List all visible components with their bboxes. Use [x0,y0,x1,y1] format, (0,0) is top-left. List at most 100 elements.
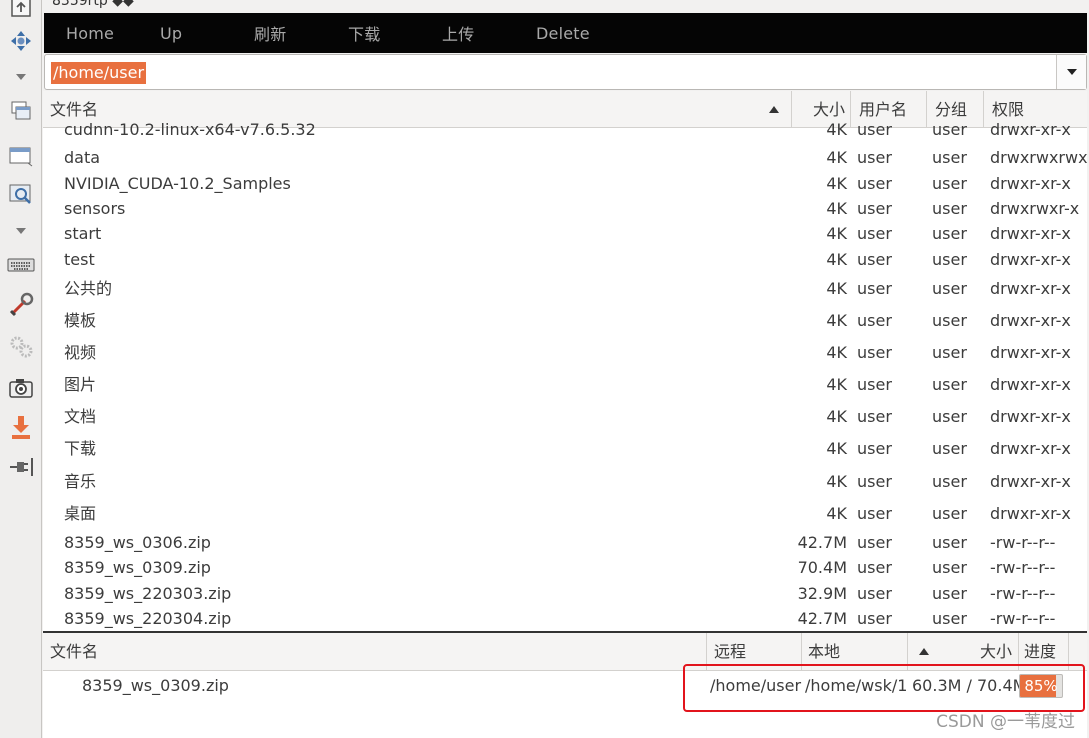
remote-file-list[interactable]: 文件名 大小 用户名 分组 权限 cudnn-10.2-linux-x64-v7… [43,91,1087,631]
file-size: 4K [826,375,847,394]
file-group: user [932,120,967,139]
file-owner: user [857,250,892,269]
file-owner: user [857,504,892,523]
file-size: 4K [826,199,847,218]
file-group: user [932,343,967,362]
path-dropdown-button[interactable] [1056,55,1086,89]
file-row[interactable]: start 4K user user drwxr-xr-x [43,222,1087,246]
file-row[interactable]: 8359_ws_0309.zip 70.4M user user -rw-r--r-- [43,556,1087,580]
file-name: 8359_ws_220303.zip [64,584,232,603]
gears-icon[interactable] [5,332,37,362]
file-name: cudnn-10.2-linux-x64-v7.6.5.32 [64,120,316,139]
download-icon[interactable] [5,412,37,442]
file-row[interactable]: 图片 4K user user drwxr-xr-x [43,370,1087,400]
file-size: 42.7M [797,533,847,552]
file-row[interactable]: 音乐 4K user user drwxr-xr-x [43,467,1087,497]
file-name: test [64,250,95,269]
file-group: user [932,558,967,577]
delete-button[interactable]: Delete [514,24,608,43]
file-name: 8359_ws_220304.zip [64,609,232,628]
path-input[interactable]: /home/user [51,62,147,84]
move-icon[interactable] [5,26,37,56]
keyboard-icon[interactable] [5,250,37,280]
transfer-file-name: 8359_ws_0309.zip [82,676,229,695]
file-size: 4K [826,407,847,426]
file-name: 文档 [64,407,97,426]
file-name: 公共的 [64,279,113,298]
file-group: user [932,533,967,552]
file-owner: user [857,407,892,426]
file-owner: user [857,343,892,362]
file-row[interactable]: 桌面 4K user user drwxr-xr-x [43,499,1087,529]
file-row[interactable]: test 4K user user drwxr-xr-x [43,248,1087,272]
file-row[interactable]: 视频 4K user user drwxr-xr-x [43,338,1087,368]
home-button[interactable]: Home [44,24,138,43]
file-permissions: drwxr-xr-x [990,375,1071,394]
file-group: user [932,311,967,330]
file-owner: user [857,584,892,603]
file-row[interactable]: cudnn-10.2-linux-x64-v7.6.5.32 4K user user… [43,119,1087,141]
window-icon[interactable] [5,141,37,171]
file-row[interactable]: 公共的 4K user user drwxr-xr-x [43,274,1087,304]
file-name: NVIDIA_CUDA-10.2_Samples [64,174,291,193]
file-permissions: -rw-r--r-- [990,609,1056,628]
file-permissions: drwxr-xr-x [990,439,1071,458]
upload-button[interactable]: 上传 [420,21,514,45]
file-permissions: -rw-r--r-- [990,558,1056,577]
sort-ascending-icon [769,106,779,113]
file-owner: user [857,279,892,298]
refresh-button[interactable]: 刷新 [232,21,326,45]
file-group: user [932,148,967,167]
file-owner: user [857,558,892,577]
file-name: data [64,148,101,167]
file-owner: user [857,148,892,167]
file-row[interactable]: 8359_ws_220304.zip 42.7M user user -rw-r--r-… [43,607,1087,631]
zoom-window-icon[interactable] [5,180,37,210]
file-permissions: drwxr-xr-x [990,407,1071,426]
file-row[interactable]: 8359_ws_220303.zip 32.9M user user -rw-r--r-… [43,582,1087,606]
file-name: 8359_ws_0306.zip [64,533,211,552]
button-bar: Home Up 刷新 下载 上传 Delete [44,13,1087,53]
chevron-down-icon[interactable] [5,215,37,245]
file-permissions: drwxrwxr-x [990,199,1080,218]
file-size: 4K [826,174,847,193]
file-permissions: drwxr-xr-x [990,120,1071,139]
annotation-highlight-box [683,664,1085,712]
file-row[interactable]: 文档 4K user user drwxr-xr-x [43,402,1087,432]
file-permissions: drwxr-xr-x [990,174,1071,193]
file-permissions: drwxr-xr-x [990,224,1071,243]
left-toolbar [0,0,42,738]
transfer-column-name[interactable]: 文件名 [43,633,707,671]
plug-icon[interactable] [5,452,37,482]
file-row[interactable]: sensors 4K user user drwxrwxr-x [43,197,1087,221]
camera-icon[interactable] [5,373,37,403]
file-row[interactable]: NVIDIA_CUDA-10.2_Samples 4K user user drwxr-… [43,172,1087,196]
file-row[interactable]: 下载 4K user user drwxr-xr-x [43,434,1087,464]
tab-title[interactable]: 8359rtp ◆◆ [52,0,134,9]
path-combobox[interactable]: /home/user [44,54,1087,90]
windows-icon[interactable] [5,96,37,126]
file-row[interactable]: data 4K user user drwxrwxrwx [43,146,1087,170]
file-owner: user [857,120,892,139]
file-row[interactable]: 8359_ws_0306.zip 42.7M user user -rw-r--r-- [43,531,1087,555]
file-permissions: -rw-r--r-- [990,533,1056,552]
chevron-down-icon[interactable] [5,61,37,91]
up-icon[interactable] [5,0,37,22]
file-group: user [932,174,967,193]
file-group: user [932,407,967,426]
file-name: 桌面 [64,504,97,523]
settings-icon[interactable] [5,290,37,320]
file-group: user [932,199,967,218]
download-button[interactable]: 下载 [326,21,420,45]
file-permissions: -rw-r--r-- [990,584,1056,603]
file-name: start [64,224,102,243]
file-size: 4K [826,279,847,298]
file-owner: user [857,224,892,243]
file-size: 4K [826,439,847,458]
file-group: user [932,375,967,394]
file-name: 8359_ws_0309.zip [64,558,211,577]
file-name: 图片 [64,375,97,394]
file-size: 4K [826,224,847,243]
up-button[interactable]: Up [138,24,232,43]
file-row[interactable]: 模板 4K user user drwxr-xr-x [43,306,1087,336]
